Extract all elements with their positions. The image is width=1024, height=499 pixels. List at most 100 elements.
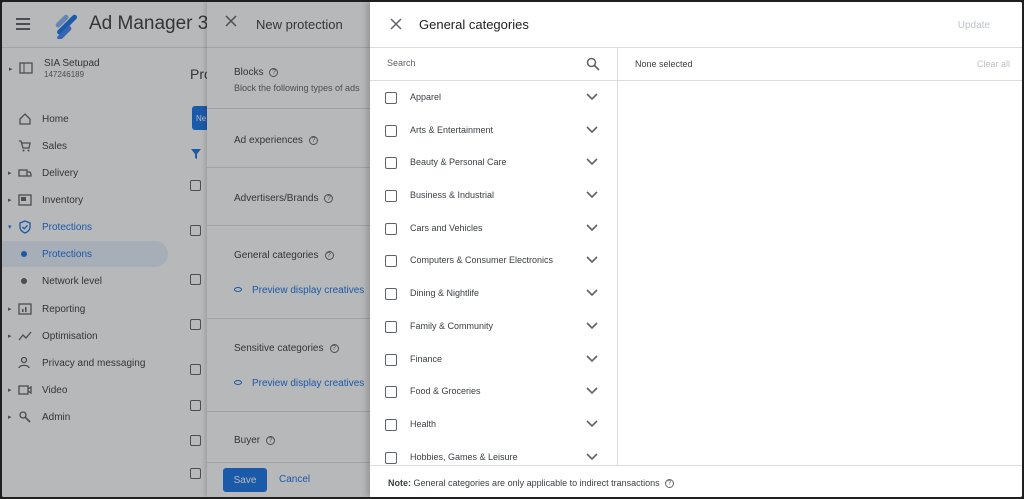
category-row[interactable]: Hobbies, Games & Leisure [370,441,617,465]
selected-panel: None selected Clear all [618,48,1022,465]
filter-icon[interactable] [190,148,202,160]
category-label: Food & Groceries [410,386,481,397]
sidebar-item-home[interactable]: Home [2,106,168,132]
category-checkbox[interactable] [385,157,397,170]
help-icon[interactable]: ? [329,344,339,353]
help-icon[interactable]: ? [664,479,674,488]
category-checkbox[interactable] [385,353,397,366]
chevron-down-icon[interactable] [586,420,598,428]
chevron-down-icon[interactable] [586,158,598,166]
caret-right-icon: ▸ [9,66,13,73]
chevron-down-icon[interactable] [586,256,598,264]
network-id: 147246189 [44,70,85,79]
caret-right-icon: ▸ [8,197,12,204]
category-row[interactable]: Beauty & Personal Care [370,146,617,179]
help-icon[interactable]: ? [269,68,279,77]
sidebar-item-inventory[interactable]: ▸ Inventory [2,187,168,213]
advertisers-brands-section[interactable]: Advertisers/Brands? [207,168,370,226]
preview-display-creatives-link[interactable]: Preview display creatives [234,285,364,296]
cancel-button[interactable]: Cancel [279,474,310,485]
bullet-icon [21,251,27,257]
search-icon[interactable] [586,57,600,71]
category-row[interactable]: Business & Industrial [370,179,617,212]
row-checkbox[interactable] [190,180,201,191]
help-icon[interactable]: ? [324,251,334,260]
category-checkbox[interactable] [385,320,397,333]
category-checkbox[interactable] [385,92,397,104]
row-checkbox[interactable] [190,435,201,446]
sidebar-item-delivery[interactable]: ▸ Delivery [2,160,168,186]
chevron-down-icon[interactable] [586,224,598,232]
category-checkbox[interactable] [385,386,397,399]
chevron-down-icon[interactable] [586,354,598,363]
shield-icon [19,220,31,234]
sidebar-subitem-protections[interactable]: Protections [2,241,168,267]
category-row[interactable]: Health [370,408,617,441]
sensitive-categories-text: Sensitive categories [234,343,324,354]
sidebar-item-reporting[interactable]: ▸ Reporting [2,296,168,322]
clear-all-button[interactable]: Clear all [977,59,1010,69]
row-checkbox[interactable] [190,468,201,479]
row-checkbox[interactable] [190,400,201,411]
sensitive-categories-section[interactable]: Sensitive categories? Preview display cr… [207,319,370,412]
category-checkbox[interactable] [385,418,397,431]
category-row[interactable]: Finance [370,343,617,376]
update-button[interactable]: Update [958,20,990,31]
category-row[interactable]: Arts & Entertainment [370,114,617,147]
ad-experiences-section[interactable]: Ad experiences? [207,109,370,168]
row-checkbox[interactable] [190,364,201,375]
sidebar-item-optimisation[interactable]: ▸ Optimisation [2,323,168,349]
category-checkbox[interactable] [385,451,397,464]
category-row[interactable]: Apparel [370,81,617,114]
chevron-down-icon[interactable] [586,93,598,101]
row-checkbox[interactable] [190,274,201,285]
row-checkbox[interactable] [190,319,201,330]
chevron-down-icon[interactable] [586,322,598,330]
category-checkbox[interactable] [385,288,397,301]
search-input[interactable] [387,58,577,68]
chevron-down-icon[interactable] [586,289,598,297]
chevron-down-icon[interactable] [586,126,598,134]
category-checkbox[interactable] [385,255,397,268]
cart-icon [19,140,31,152]
category-row[interactable]: Computers & Consumer Electronics [370,244,617,277]
sidebar-item-video[interactable]: ▸ Video [2,377,168,403]
chevron-down-icon[interactable] [586,452,598,461]
chevron-down-icon[interactable] [586,387,598,395]
advertisers-brands-label: Advertisers/Brands? [234,193,334,204]
close-icon[interactable] [390,18,402,30]
sidebar-item-privacy-and-messaging[interactable]: Privacy and messaging [2,350,168,376]
sidebar-item-label: Network level [42,275,103,287]
menu-icon[interactable] [16,18,30,30]
sidebar-item-protections[interactable]: ▾ Protections [2,214,168,240]
sidebar-subitem-network-level[interactable]: Network level [2,268,168,294]
row-checkbox[interactable] [190,225,201,236]
network-selector[interactable]: ▸ SIA Setupad 147246189 [6,58,174,84]
category-row[interactable]: Dining & Nightlife [370,277,617,310]
close-icon[interactable] [225,15,237,27]
sidebar: ▸ SIA Setupad 147246189 Home Sales ▸ Del… [2,48,174,497]
category-label: Health [410,418,437,429]
category-checkbox[interactable] [385,124,397,137]
sidebar-item-sales[interactable]: Sales [2,133,168,159]
help-icon[interactable]: ? [266,436,276,445]
category-row[interactable]: Family & Community [370,310,617,343]
category-row[interactable]: Food & Groceries [370,375,617,408]
sidebar-item-admin[interactable]: ▸ Admin [2,404,168,430]
chevron-down-icon[interactable] [586,191,598,199]
general-categories-section[interactable]: General categories? Preview display crea… [207,226,370,319]
caret-down-icon: ▾ [8,224,12,231]
ad-manager-logo [55,14,77,39]
save-button[interactable]: Save [223,468,267,492]
caret-right-icon: ▸ [8,414,12,421]
category-row[interactable]: Cars and Vehicles [370,212,617,245]
category-checkbox[interactable] [385,222,397,235]
privacy-icon [18,356,30,369]
help-icon[interactable]: ? [308,136,318,145]
general-categories-text: General categories [234,250,319,261]
help-icon[interactable]: ? [324,194,334,203]
preview-display-creatives-link[interactable]: Preview display creatives [234,378,364,389]
category-checkbox[interactable] [385,190,397,203]
buyer-text: Buyer [234,435,261,446]
buyer-label[interactable]: Buyer? [234,435,276,446]
